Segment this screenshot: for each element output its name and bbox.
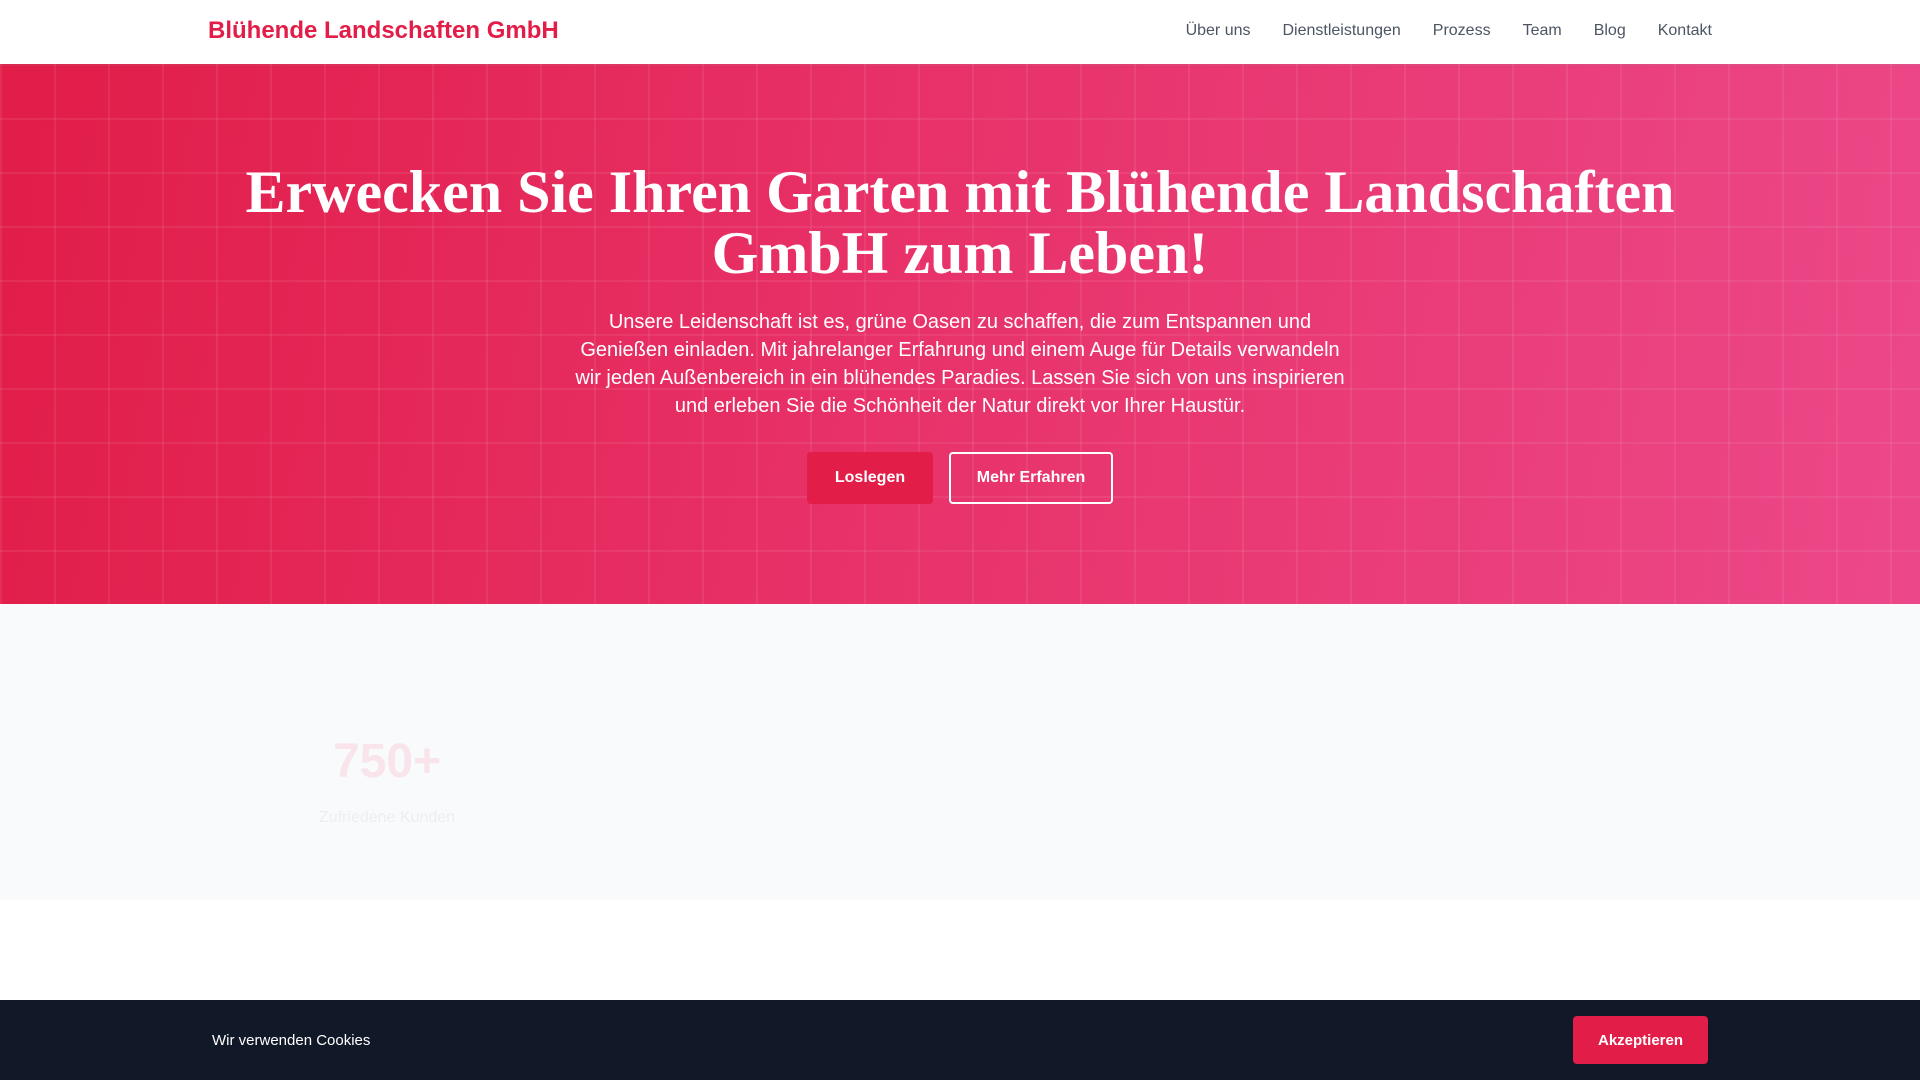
hero-section: Erwecken Sie Ihren Garten mit Blühende L… (0, 64, 1920, 604)
accept-cookies-button[interactable]: Akzeptieren (1573, 1016, 1708, 1064)
cookie-banner: Wir verwenden Cookies Akzeptieren (0, 1000, 1920, 1080)
stats-section: 750+ Zufriedene Kunden (0, 604, 1920, 900)
stat-label: Zufriedene Kunden (318, 809, 456, 826)
logo[interactable]: Blühende Landschaften GmbH (208, 17, 559, 45)
nav-links: Über uns Dienstleistungen Prozess Team B… (1186, 22, 1712, 40)
stat-value: 750+ (332, 735, 442, 788)
nav-ueber-uns[interactable]: Über uns (1186, 22, 1251, 40)
hero-text: Unsere Leidenschaft ist es, grüne Oasen … (575, 311, 1345, 417)
nav-team[interactable]: Team (1523, 22, 1562, 40)
nav-kontakt[interactable]: Kontakt (1658, 22, 1712, 40)
nav-dienstleistungen[interactable]: Dienstleistungen (1282, 22, 1400, 40)
nav-blog[interactable]: Blog (1594, 22, 1626, 40)
get-started-button[interactable]: Loslegen (807, 452, 933, 504)
learn-more-button[interactable]: Mehr Erfahren (949, 452, 1113, 504)
nav-prozess[interactable]: Prozess (1433, 22, 1491, 40)
navbar: Blühende Landschaften GmbH Über uns Dien… (0, 0, 1920, 64)
hero-title: Erwecken Sie Ihren Garten mit Blühende L… (245, 159, 1675, 286)
cookie-text: Wir verwenden Cookies (212, 1032, 371, 1049)
